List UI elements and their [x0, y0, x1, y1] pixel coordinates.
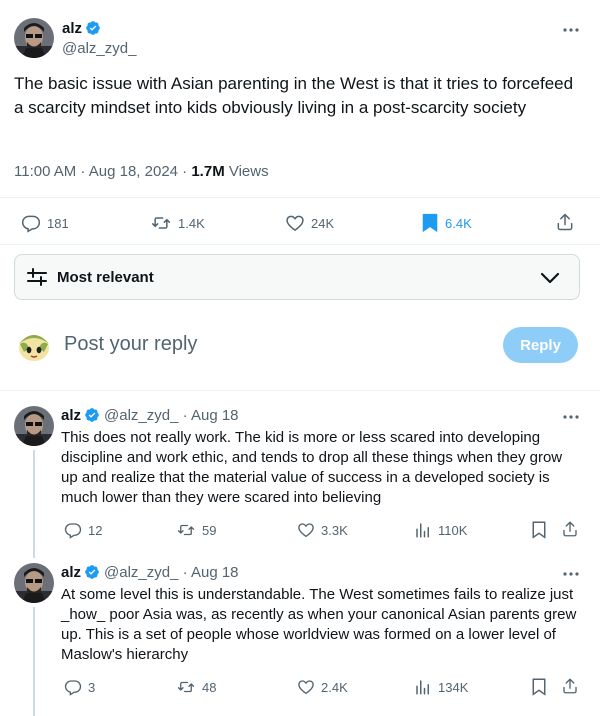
author-name[interactable]: alz: [62, 20, 82, 37]
like-action[interactable]: 3.3K: [297, 521, 348, 539]
views-count: 1.7M: [191, 163, 225, 180]
reply-action[interactable]: 3: [64, 678, 95, 696]
reply-header: alz @alz_zyd_ · Aug 18: [61, 564, 239, 584]
reply-author-handle[interactable]: @alz_zyd_: [104, 564, 178, 581]
divider: [0, 244, 600, 245]
views-action[interactable]: 134K: [414, 678, 468, 696]
sort-icon: [27, 268, 47, 286]
reply-author-name[interactable]: alz: [61, 564, 81, 581]
reply-text: This does not really work. The kid is mo…: [61, 429, 563, 506]
repost-count: 59: [202, 522, 217, 538]
divider: [0, 390, 600, 391]
repost-icon: [151, 217, 171, 229]
reply-icon: [21, 215, 41, 233]
reply-input[interactable]: Post your reply: [64, 333, 197, 356]
like-count: 3.3K: [321, 522, 348, 538]
author-handle[interactable]: @alz_zyd_: [62, 40, 136, 57]
reply-separator: ·: [178, 407, 191, 424]
reply-author-handle[interactable]: @alz_zyd_: [104, 407, 178, 424]
reply-separator: ·: [178, 564, 191, 581]
views-count: 110K: [438, 522, 468, 538]
verified-icon: [85, 20, 101, 41]
repost-icon: [177, 524, 195, 536]
repost-icon: [177, 681, 195, 693]
repost-action[interactable]: 59: [176, 521, 216, 539]
repost-count: 48: [202, 679, 217, 695]
tweet-meta: 11:00 AM · Aug 18, 2024 · 1.7M Views: [14, 163, 269, 180]
reply-icon: [64, 523, 82, 539]
share-icon[interactable]: [561, 677, 579, 695]
repost-action[interactable]: 1.4K: [150, 213, 205, 233]
divider: [0, 197, 600, 198]
reply-header: alz @alz_zyd_ · Aug 18: [61, 407, 239, 427]
views-action[interactable]: 110K: [414, 521, 467, 539]
like-action[interactable]: 2.4K: [297, 678, 348, 696]
repost-count: 1.4K: [178, 215, 205, 231]
reply-count: 12: [88, 522, 103, 538]
bookmark-icon: [422, 213, 438, 233]
thread-line: [33, 607, 35, 716]
bookmark-icon[interactable]: [531, 521, 547, 539]
current-user-avatar[interactable]: [14, 326, 54, 366]
tweet-time[interactable]: 11:00 AM · Aug 18, 2024 ·: [14, 163, 191, 180]
thread-line: [33, 450, 35, 558]
like-icon: [286, 215, 304, 231]
chevron-down-icon: [540, 272, 560, 284]
like-icon: [298, 523, 314, 538]
verified-icon: [84, 407, 100, 427]
reply-author-name[interactable]: alz: [61, 407, 81, 424]
verified-icon: [84, 564, 100, 584]
tweet-text: The basic issue with Asian parenting in …: [14, 74, 574, 117]
sort-dropdown[interactable]: Most relevant: [14, 254, 580, 300]
author-name-row: alz: [62, 20, 101, 41]
bookmark-icon[interactable]: [531, 678, 547, 696]
bookmark-action[interactable]: 6.4K: [421, 213, 472, 233]
share-icon[interactable]: [561, 520, 579, 538]
reply-action[interactable]: 12: [64, 521, 102, 539]
author-avatar[interactable]: [14, 18, 54, 58]
reply-date[interactable]: Aug 18: [191, 564, 239, 581]
share-icon[interactable]: [555, 212, 575, 232]
repost-action[interactable]: 48: [176, 678, 216, 696]
more-icon[interactable]: [561, 407, 581, 427]
views-icon: [416, 523, 429, 538]
more-icon[interactable]: [561, 564, 581, 584]
like-count: 2.4K: [321, 679, 348, 695]
reply-count: 181: [47, 215, 69, 231]
views-label: Views: [224, 163, 269, 180]
reply-text: At some level this is understandable. Th…: [61, 586, 577, 663]
reply-avatar[interactable]: [14, 406, 54, 446]
bookmark-count: 6.4K: [445, 215, 472, 231]
sort-label: Most relevant: [57, 269, 154, 286]
like-action[interactable]: 24K: [285, 213, 334, 233]
views-icon: [416, 680, 429, 695]
reply-action[interactable]: 181: [21, 213, 69, 233]
like-icon: [298, 680, 314, 695]
more-icon[interactable]: [561, 20, 581, 40]
reply-date[interactable]: Aug 18: [191, 407, 239, 424]
views-count: 134K: [438, 679, 469, 695]
like-count: 24K: [311, 215, 335, 231]
reply-avatar[interactable]: [14, 563, 54, 603]
reply-button[interactable]: Reply: [503, 327, 578, 363]
reply-icon: [64, 680, 82, 696]
reply-count: 3: [88, 679, 96, 695]
